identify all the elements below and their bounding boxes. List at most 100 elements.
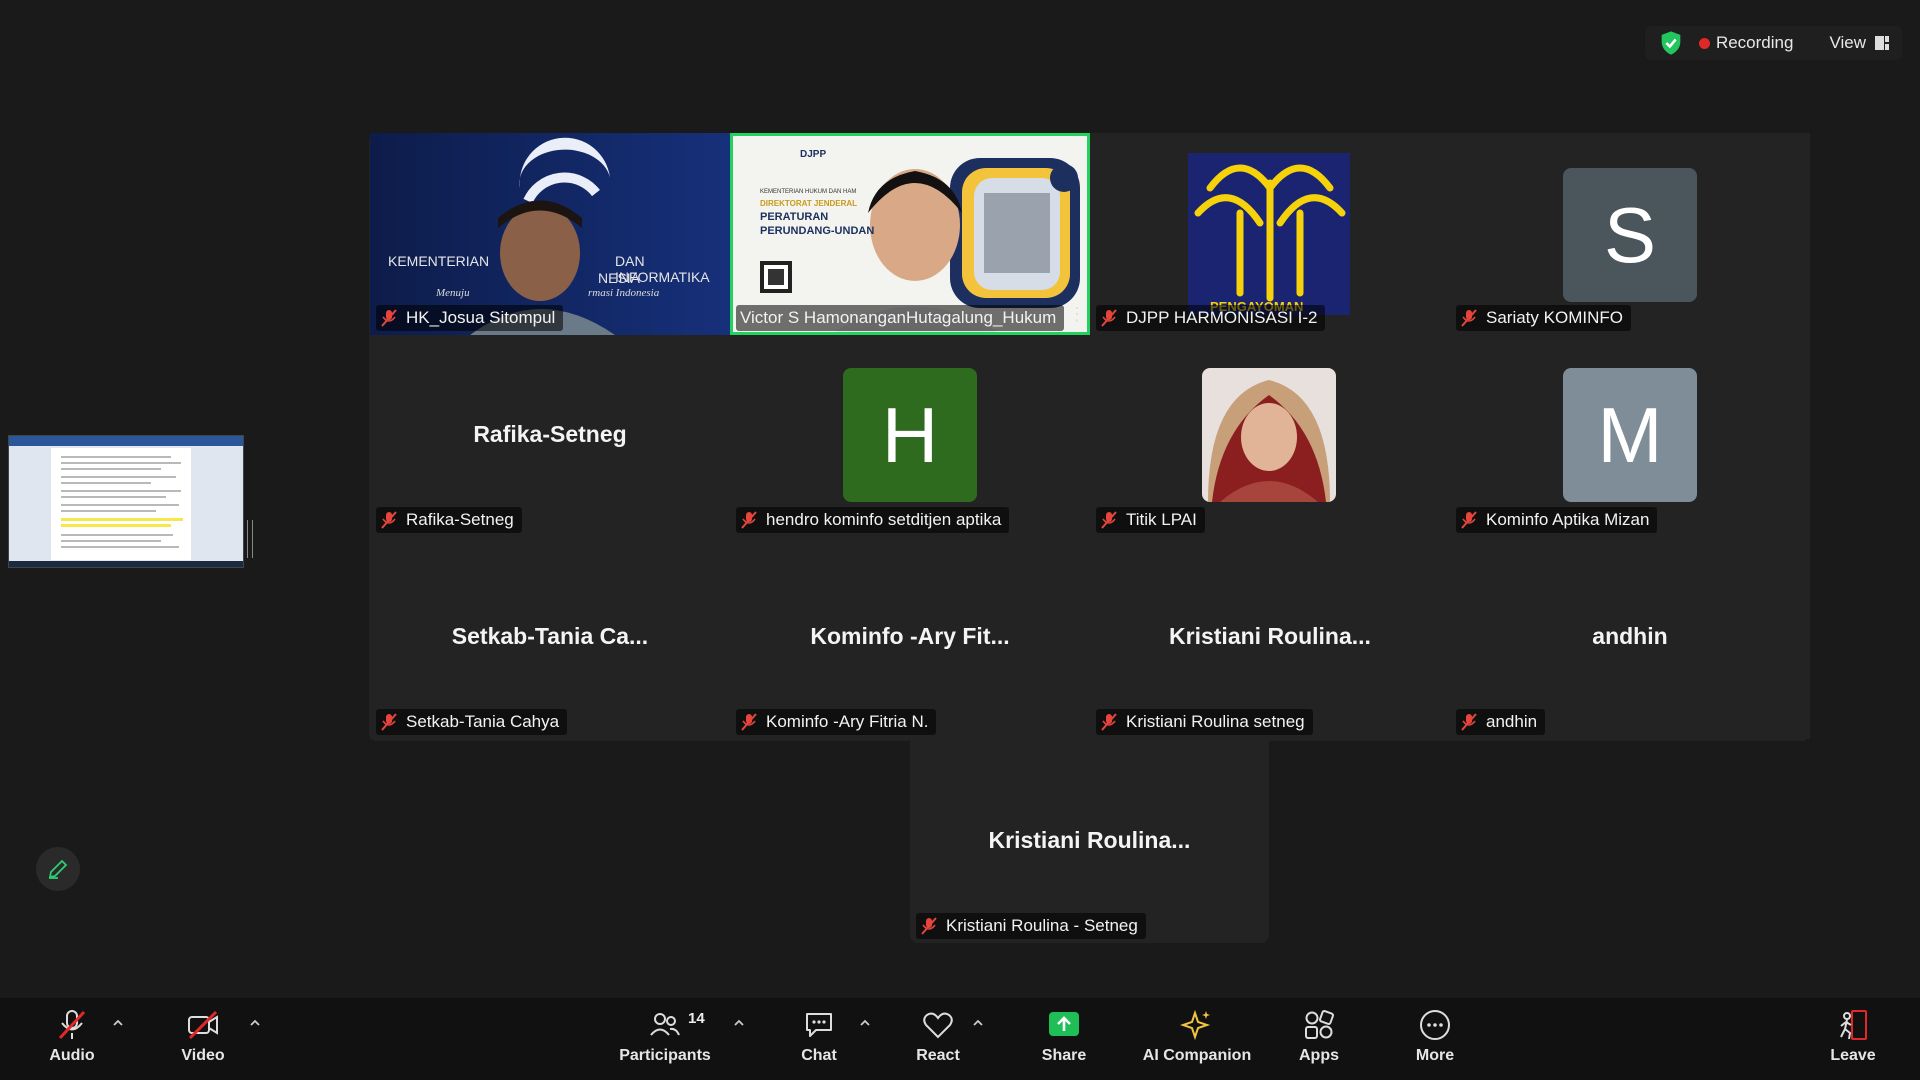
shared-screen-thumbnail[interactable] xyxy=(8,435,244,568)
recording-indicator[interactable]: Recording xyxy=(1698,33,1794,53)
mic-muted-icon xyxy=(741,511,757,529)
participant-display-name: Kristiani Roulina... xyxy=(988,827,1191,853)
more-label: More xyxy=(1415,1047,1455,1064)
video-text: PERUNDANG-UNDAN xyxy=(760,225,875,237)
video-text: NESIA xyxy=(598,270,641,286)
mic-muted-icon xyxy=(1101,713,1117,731)
video-options-caret-icon[interactable] xyxy=(248,1016,262,1030)
meeting-status-bar: Recording View xyxy=(1644,26,1902,60)
view-button[interactable]: View xyxy=(1829,33,1890,53)
chat-label: Chat xyxy=(801,1047,837,1064)
participant-tile[interactable]: Kominfo -Ary Fit... Kominfo -Ary Fitria … xyxy=(730,537,1090,739)
participant-name-label: Rafika-Setneg xyxy=(376,507,522,533)
audio-label: Audio xyxy=(49,1047,95,1064)
participant-tile[interactable]: Titik LPAI xyxy=(1090,335,1450,537)
apps-label: Apps xyxy=(1299,1047,1339,1064)
document-page-preview xyxy=(51,448,191,560)
react-label: React xyxy=(916,1047,960,1064)
mic-muted-icon xyxy=(1461,511,1477,529)
participant-display-name: Kominfo -Ary Fit... xyxy=(810,623,1010,649)
apps-button[interactable]: Apps xyxy=(1264,1008,1374,1065)
participant-name: Kristiani Roulina - Setneg xyxy=(946,916,1138,935)
audio-options-caret-icon[interactable] xyxy=(111,1016,125,1030)
leave-meeting-button[interactable]: Leave xyxy=(1798,1008,1908,1065)
chat-bubble-icon xyxy=(806,1013,832,1037)
security-shield-icon[interactable] xyxy=(1657,29,1685,57)
video-text: KEMENTERIAN HUKUM DAN HAM xyxy=(760,189,857,195)
participant-tile[interactable]: Kristiani Roulina... Kristiani Roulina s… xyxy=(1090,537,1450,739)
view-label: View xyxy=(1829,33,1866,52)
mic-muted-icon xyxy=(741,713,757,731)
participant-name: DJPP HARMONISASI I-2 xyxy=(1126,308,1318,327)
mic-muted-icon xyxy=(381,511,397,529)
participant-display-name: Kristiani Roulina... xyxy=(1169,623,1371,649)
mic-muted-icon xyxy=(1461,309,1477,327)
mic-muted-icon xyxy=(1101,511,1117,529)
annotate-button[interactable] xyxy=(36,847,80,891)
participant-tile[interactable]: Setkab-Tania Ca... Setkab-Tania Cahya xyxy=(370,537,730,739)
participant-tile[interactable]: Kristiani Roulina... Kristiani Roulina -… xyxy=(910,741,1269,943)
participant-tile[interactable]: Rafika-Setneg Rafika-Setneg xyxy=(370,335,730,537)
ai-companion-button[interactable]: AI Companion xyxy=(1142,1008,1252,1065)
video-text: PERATURAN xyxy=(760,211,829,223)
video-button[interactable]: Video xyxy=(148,1008,258,1065)
view-grid-icon xyxy=(1875,36,1889,50)
participant-tile[interactable]: M Kominfo Aptika Mizan xyxy=(1450,335,1810,537)
mic-muted-icon xyxy=(58,1010,86,1040)
participant-avatar: M xyxy=(1563,368,1697,502)
ai-companion-label: AI Companion xyxy=(1142,1047,1252,1064)
share-label: Share xyxy=(1041,1047,1087,1064)
thumbnail-resize-handle[interactable] xyxy=(247,520,253,558)
share-screen-button[interactable]: Share xyxy=(1009,1008,1119,1065)
participant-name: Titik LPAI xyxy=(1126,510,1197,529)
video-text: DIREKTORAT JENDERAL xyxy=(760,199,858,208)
participant-avatar: H xyxy=(843,368,977,502)
recording-label: Recording xyxy=(1715,33,1794,52)
participant-name-label: Sariaty KOMINFO xyxy=(1456,305,1631,331)
participant-tile[interactable]: KEMENTERIAN DAN INFORMATIKA NESIA Menuju… xyxy=(370,133,730,335)
video-off-icon xyxy=(188,1010,218,1040)
chat-options-caret-icon[interactable] xyxy=(858,1016,872,1030)
meeting-toolbar: Audio Video 14 Participants Chat React S… xyxy=(0,998,1920,1080)
mic-muted-icon xyxy=(381,309,397,327)
participants-button[interactable]: 14 Participants xyxy=(610,1008,720,1065)
participants-count: 14 xyxy=(688,1010,705,1027)
participant-display-name: Rafika-Setneg xyxy=(473,421,627,447)
video-text: rmasi Indonesia xyxy=(588,287,660,299)
participant-name-label: hendro kominfo setditjen aptika xyxy=(736,507,1010,533)
participant-name-label: Kristiani Roulina setneg xyxy=(1096,709,1313,735)
participant-name: HK_Josua Sitompul xyxy=(406,308,556,327)
participant-tile[interactable]: H hendro kominfo setditjen aptika xyxy=(730,335,1090,537)
participant-name: Victor S HamonanganHutagalung_Hukum xyxy=(740,308,1057,327)
mic-muted-icon xyxy=(1101,309,1117,327)
participant-display-name: andhin xyxy=(1592,623,1668,649)
participant-tile[interactable]: andhin andhin xyxy=(1450,537,1810,739)
participants-icon xyxy=(650,1013,680,1036)
more-dots-icon xyxy=(1420,1010,1450,1040)
participant-name-label: Victor S HamonanganHutagalung_Hukum xyxy=(736,305,1065,331)
tile-options-icon[interactable]: ⋮ xyxy=(1068,304,1086,325)
participant-tile[interactable]: PENGAYOMAN DJPP HARMONISASI I-2 xyxy=(1090,133,1450,335)
more-button[interactable]: More xyxy=(1380,1008,1490,1065)
participants-options-caret-icon[interactable] xyxy=(732,1016,746,1030)
participant-tile-active-speaker[interactable]: DJPP KEMENTERIAN HUKUM DAN HAM DIREKTORA… xyxy=(730,133,1090,335)
video-text: KEMENTERIAN xyxy=(388,253,490,269)
mic-muted-icon xyxy=(921,917,937,935)
react-options-caret-icon[interactable] xyxy=(971,1016,985,1030)
participant-avatar: S xyxy=(1563,168,1697,302)
recording-dot-icon xyxy=(1698,37,1710,49)
participant-name-label: HK_Josua Sitompul xyxy=(376,305,564,331)
mic-muted-icon xyxy=(381,713,397,731)
mic-muted-icon xyxy=(1461,713,1477,731)
participant-name-label: DJPP HARMONISASI I-2 xyxy=(1096,305,1326,331)
word-ribbon xyxy=(9,436,243,446)
participant-name: Rafika-Setneg xyxy=(406,510,514,529)
ai-sparkle-icon xyxy=(1180,1009,1211,1041)
gallery-view: KEMENTERIAN DAN INFORMATIKA NESIA Menuju… xyxy=(369,133,1810,741)
participant-name-label: Kominfo -Ary Fitria N. xyxy=(736,709,937,735)
heart-icon xyxy=(923,1012,953,1039)
video-text: DJPP xyxy=(800,149,827,160)
participant-tile[interactable]: S Sariaty KOMINFO xyxy=(1450,133,1810,335)
participant-name: Sariaty KOMINFO xyxy=(1486,308,1623,327)
share-screen-icon xyxy=(1049,1012,1079,1036)
